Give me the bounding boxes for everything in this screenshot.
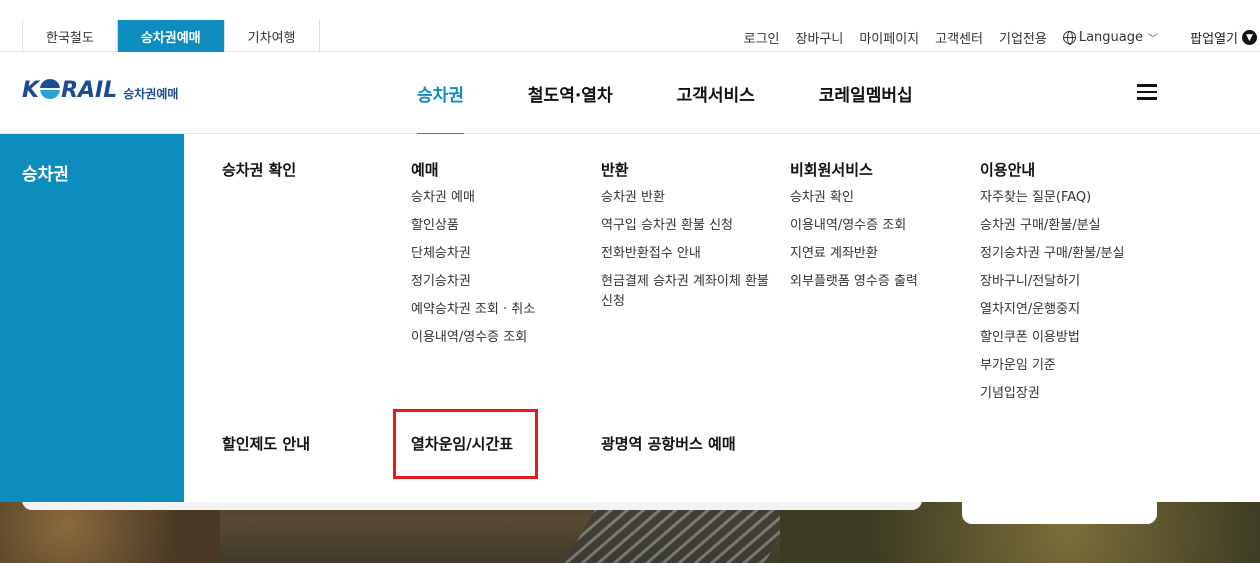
gnb-menu: 승차권 철도역·열차 고객서비스 코레일멤버십 bbox=[417, 53, 977, 135]
login-link[interactable]: 로그인 bbox=[744, 28, 780, 47]
menu-heading-guide[interactable]: 이용안내 bbox=[980, 160, 1124, 180]
gnb-station-train[interactable]: 철도역·열차 bbox=[528, 53, 613, 134]
language-selector[interactable]: Language ﹀ bbox=[1062, 30, 1158, 45]
menu-heading-ticket-check[interactable]: 승차권 확인 bbox=[222, 160, 296, 180]
menu-item-reservation-lookup-cancel[interactable]: 예약승차권 조회 · 취소 bbox=[411, 300, 535, 320]
menu-item-season-purchase-refund-lost[interactable]: 정기승차권 구매/환불/분실 bbox=[980, 244, 1124, 264]
logo-rail: RAIL bbox=[61, 78, 118, 103]
korail-logo[interactable]: K RAIL 승차권예매 bbox=[22, 79, 178, 102]
menu-link-discount-guide[interactable]: 할인제도 안내 bbox=[222, 433, 310, 454]
menu-heading-guest-service[interactable]: 비회원서비스 bbox=[790, 160, 918, 180]
menu-item-guest-usage-receipt[interactable]: 이용내역/영수증 조회 bbox=[790, 216, 918, 236]
language-label: Language bbox=[1078, 30, 1143, 45]
popup-toggle[interactable]: 팝업열기 ▼ bbox=[1190, 28, 1257, 47]
menu-item-cash-refund-transfer[interactable]: 현금결제 승차권 계좌이체 환불신청 bbox=[601, 272, 773, 312]
popup-label: 팝업열기 bbox=[1190, 32, 1238, 47]
site-tab-ticket[interactable]: 승차권예매 bbox=[117, 20, 225, 52]
menu-item-discount-products[interactable]: 할인상품 bbox=[411, 216, 535, 236]
menu-item-commemorative-ticket[interactable]: 기념입장권 bbox=[980, 384, 1124, 404]
mega-dropdown: 승차권 승차권 확인 예매 승차권 예매 할인상품 단체승차권 정기승차권 예약… bbox=[0, 134, 1260, 502]
menu-item-external-receipt[interactable]: 외부플랫폼 영수증 출력 bbox=[790, 272, 918, 292]
gnb-customer-service[interactable]: 고객서비스 bbox=[677, 53, 755, 134]
customer-center-link[interactable]: 고객센터 bbox=[935, 28, 983, 47]
utility-bar: 한국철도 승차권예매 기차여행 로그인 장바구니 마이페이지 고객센터 기업전용… bbox=[0, 0, 1260, 52]
mega-sidebar-title: 승차권 bbox=[22, 165, 69, 185]
hero-card bbox=[962, 500, 1157, 524]
mega-sidebar: 승차권 bbox=[0, 134, 184, 502]
menu-item-purchase-refund-lost[interactable]: 승차권 구매/환불/분실 bbox=[980, 216, 1124, 236]
mypage-link[interactable]: 마이페이지 bbox=[859, 28, 919, 47]
cart-link[interactable]: 장바구니 bbox=[796, 28, 844, 47]
chevron-down-icon: ﹀ bbox=[1148, 34, 1158, 45]
site-tab-travel[interactable]: 기차여행 bbox=[225, 20, 320, 52]
menu-item-cart-transfer[interactable]: 장바구니/전달하기 bbox=[980, 272, 1124, 292]
menu-item-delay-refund[interactable]: 지연료 계좌반환 bbox=[790, 244, 918, 264]
menu-item-coupon-usage[interactable]: 할인쿠폰 이용방법 bbox=[980, 328, 1124, 348]
menu-column-guest: 비회원서비스 승차권 확인 이용내역/영수증 조회 지연료 계좌반환 외부플랫폼… bbox=[790, 160, 918, 300]
menu-link-airport-bus[interactable]: 광명역 공항버스 예매 bbox=[601, 433, 736, 454]
menu-heading-refund[interactable]: 반환 bbox=[601, 160, 773, 180]
menu-column-ticket-check: 승차권 확인 bbox=[222, 160, 296, 180]
menu-item-train-delay-suspension[interactable]: 열차지연/운행중지 bbox=[980, 300, 1124, 320]
menu-column-reservation: 예매 승차권 예매 할인상품 단체승차권 정기승차권 예약승차권 조회 · 취소… bbox=[411, 160, 535, 356]
menu-heading-reservation[interactable]: 예매 bbox=[411, 160, 535, 180]
util-links: 로그인 장바구니 마이페이지 고객센터 기업전용 Language ﹀ bbox=[728, 28, 1158, 47]
logo-o-emblem bbox=[40, 79, 61, 99]
menu-column-guide: 이용안내 자주찾는 질문(FAQ) 승차권 구매/환불/분실 정기승차권 구매/… bbox=[980, 160, 1124, 412]
menu-item-guest-ticket-check[interactable]: 승차권 확인 bbox=[790, 188, 918, 208]
logo-subtitle: 승차권예매 bbox=[123, 87, 179, 101]
site-tabs: 한국철도 승차권예매 기차여행 bbox=[22, 20, 320, 52]
menu-item-usage-receipt[interactable]: 이용내역/영수증 조회 bbox=[411, 328, 535, 348]
logo-wordmark: K RAIL bbox=[22, 79, 117, 102]
main-navigation: K RAIL 승차권예매 승차권 철도역·열차 고객서비스 코레일멤버십 bbox=[0, 53, 1260, 135]
menu-item-phone-refund-guide[interactable]: 전화반환접수 안내 bbox=[601, 244, 773, 264]
menu-item-faq[interactable]: 자주찾는 질문(FAQ) bbox=[980, 188, 1124, 208]
menu-column-refund: 반환 승차권 반환 역구입 승차권 환불 신청 전화반환접수 안내 현금결제 승… bbox=[601, 160, 773, 320]
highlight-box bbox=[393, 409, 538, 479]
corporate-link[interactable]: 기업전용 bbox=[999, 28, 1047, 47]
logo-k: K bbox=[22, 78, 40, 103]
globe-icon bbox=[1062, 31, 1076, 45]
hamburger-menu-icon[interactable] bbox=[1137, 84, 1157, 100]
menu-item-ticket-reservation[interactable]: 승차권 예매 bbox=[411, 188, 535, 208]
menu-item-extra-fare[interactable]: 부가운임 기준 bbox=[980, 356, 1124, 376]
gnb-ticket[interactable]: 승차권 bbox=[417, 53, 464, 135]
gnb-membership[interactable]: 코레일멤버십 bbox=[819, 53, 913, 134]
menu-item-ticket-refund[interactable]: 승차권 반환 bbox=[601, 188, 773, 208]
hero-background bbox=[0, 500, 1260, 563]
menu-item-season-ticket[interactable]: 정기승차권 bbox=[411, 272, 535, 292]
menu-item-group-ticket[interactable]: 단체승차권 bbox=[411, 244, 535, 264]
menu-item-station-refund-request[interactable]: 역구입 승차권 환불 신청 bbox=[601, 216, 773, 236]
site-tab-korail[interactable]: 한국철도 bbox=[23, 20, 118, 52]
chevron-down-circle-icon: ▼ bbox=[1242, 30, 1257, 45]
